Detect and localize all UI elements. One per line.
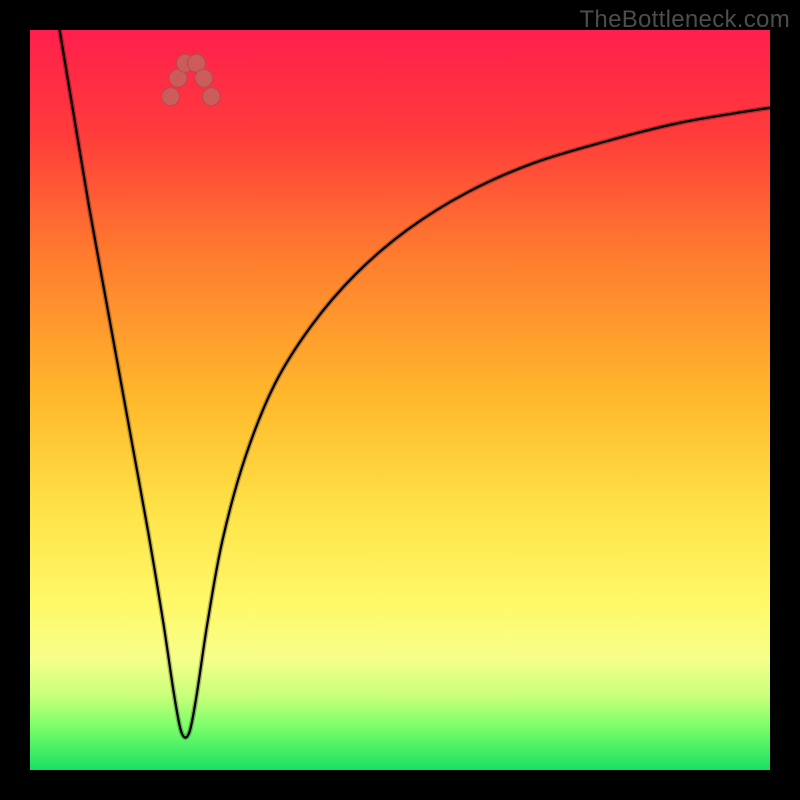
marker-group bbox=[162, 54, 221, 105]
bottleneck-curve-shadow bbox=[60, 30, 770, 738]
plot-area bbox=[30, 30, 770, 770]
curve-layer bbox=[30, 30, 770, 770]
watermark-text: TheBottleneck.com bbox=[579, 6, 790, 34]
optimal-marker bbox=[195, 69, 213, 87]
outer-frame: TheBottleneck.com bbox=[0, 0, 800, 800]
optimal-marker bbox=[202, 88, 220, 106]
optimal-marker bbox=[162, 88, 180, 106]
